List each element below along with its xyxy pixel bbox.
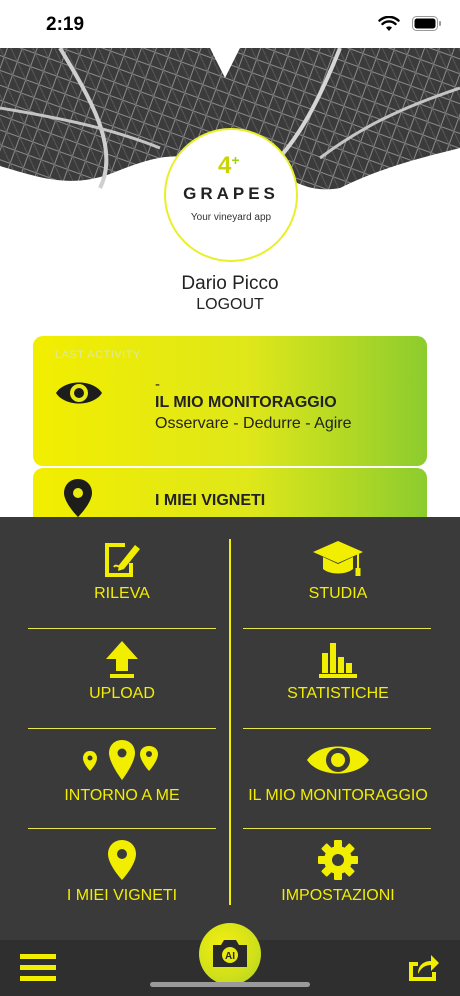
status-time: 2:19 (46, 14, 85, 35)
camera-icon: AI (213, 940, 247, 967)
battery-icon (412, 16, 441, 31)
menu-label: I MIEI VIGNETI (66, 887, 178, 904)
menu-item-intorno-a-me[interactable]: INTORNO A ME (27, 739, 217, 805)
menu-divider (28, 628, 216, 629)
camera-ai-label: AI (225, 951, 235, 962)
menu-divider (243, 828, 431, 829)
main-menu-panel: RILEVA STUDIA UPLOAD STATISTICHE INTORNO… (0, 517, 460, 940)
last-activity-card[interactable]: LAST ACTIVITY - IL MIO MONITORAGGIO Osse… (33, 336, 427, 466)
app-logo: 4+ GRAPES Your vineyard app (164, 128, 298, 262)
menu-label: STATISTICHE (287, 685, 389, 702)
menu-divider (28, 728, 216, 729)
menu-label: INTORNO A ME (64, 787, 180, 804)
graduation-cap-icon (313, 541, 363, 576)
logo-name: GRAPES (183, 184, 279, 203)
logo-tagline: Your vineyard app (190, 212, 272, 223)
activity-dash: - (155, 376, 160, 393)
menu-divider (28, 828, 216, 829)
logo-mark: 4+ (218, 152, 240, 179)
hamburger-icon[interactable] (20, 954, 56, 982)
menu-divider (243, 628, 431, 629)
logout-button[interactable]: LOGOUT (0, 296, 460, 314)
eye-icon (56, 382, 102, 404)
menu-label: IMPOSTAZIONI (281, 887, 395, 904)
menu-label: UPLOAD (89, 685, 155, 702)
eye-icon (307, 746, 369, 774)
card-overline: LAST ACTIVITY (55, 349, 141, 361)
menu-label: IL MIO MONITORAGGIO (248, 787, 428, 804)
menu-item-statistiche[interactable]: STATISTICHE (243, 639, 433, 703)
menu-divider-vertical (229, 539, 231, 905)
menu-item-monitoraggio[interactable]: IL MIO MONITORAGGIO (243, 739, 433, 805)
vineyards-title: I MIEI VIGNETI (155, 492, 266, 509)
menu-divider (243, 728, 431, 729)
upload-arrow-icon (106, 641, 138, 678)
share-icon[interactable] (406, 952, 440, 982)
menu-item-rileva[interactable]: RILEVA (27, 539, 217, 603)
bar-chart-icon (319, 643, 357, 678)
menu-item-studia[interactable]: STUDIA (243, 539, 433, 603)
user-name: Dario Picco (181, 273, 279, 294)
menu-label: STUDIA (308, 585, 368, 602)
gear-icon (318, 840, 358, 880)
ai-camera-button[interactable]: AI (199, 923, 261, 985)
menu-item-upload[interactable]: UPLOAD (27, 639, 217, 703)
nearby-pins-icon (83, 740, 158, 780)
map-pin-icon (108, 840, 136, 880)
menu-item-vigneti[interactable]: I MIEI VIGNETI (27, 839, 217, 905)
menu-label: RILEVA (94, 585, 150, 602)
status-bar: 2:19 (0, 0, 460, 48)
activity-subtitle: Osservare - Dedurre - Agire (155, 415, 352, 432)
menu-item-impostazioni[interactable]: IMPOSTAZIONI (243, 839, 433, 905)
home-indicator (150, 982, 310, 987)
wifi-icon (378, 16, 400, 31)
edit-note-icon (105, 543, 140, 577)
map-pin-icon (64, 479, 92, 517)
activity-title: IL MIO MONITORAGGIO (155, 394, 337, 411)
